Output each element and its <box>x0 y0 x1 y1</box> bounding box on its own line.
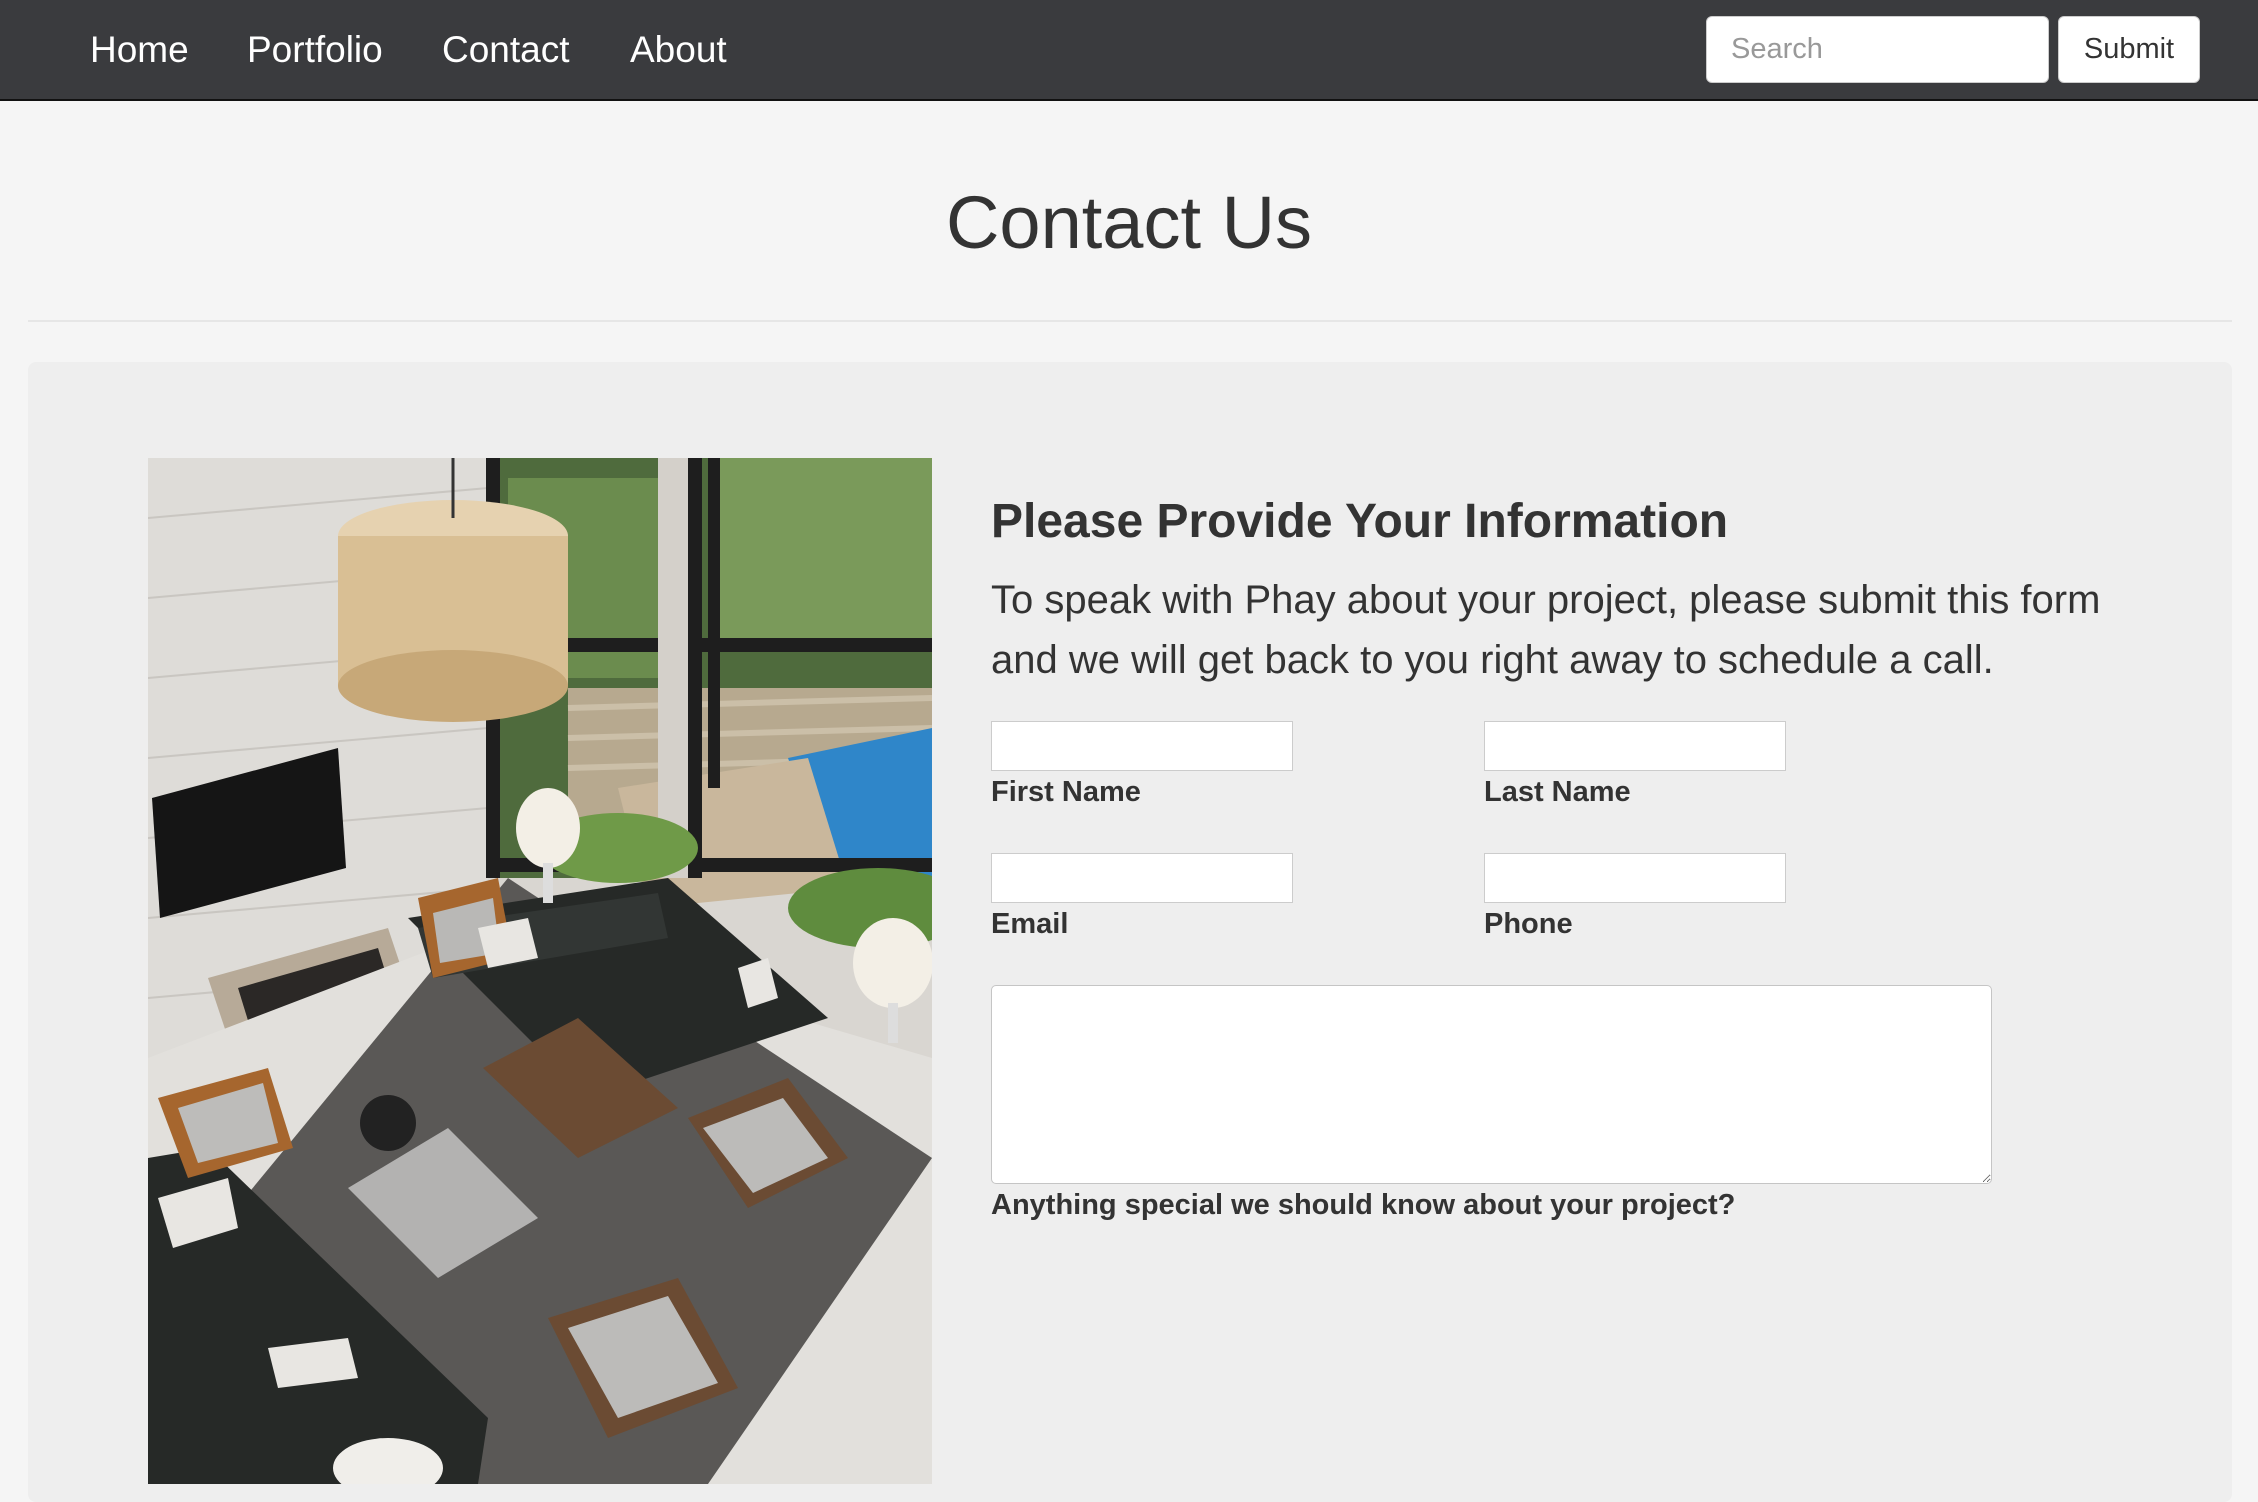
page-title: Contact Us <box>945 181 1313 264</box>
search-input[interactable] <box>1706 16 2049 83</box>
nav-link-contact[interactable]: Contact <box>442 22 570 78</box>
nav-link-portfolio[interactable]: Portfolio <box>247 22 383 78</box>
email-label: Email <box>991 908 1069 940</box>
navbar: Home Portfolio Contact About Submit <box>0 0 2258 101</box>
nav-link-home[interactable]: Home <box>90 22 189 78</box>
email-field[interactable] <box>991 853 1293 903</box>
first-name-field[interactable] <box>991 721 1293 771</box>
living-room-photo <box>148 458 932 1484</box>
search-submit-button[interactable]: Submit <box>2058 16 2200 83</box>
phone-field[interactable] <box>1484 853 1786 903</box>
project-details-textarea[interactable] <box>991 985 1992 1184</box>
first-name-label: First Name <box>991 776 1141 808</box>
form-heading: Please Provide Your Information <box>991 495 1729 548</box>
last-name-label: Last Name <box>1484 776 1631 808</box>
form-intro-text: To speak with Phay about your project, p… <box>991 578 2101 682</box>
project-details-label: Anything special we should know about yo… <box>991 1189 1736 1221</box>
title-divider <box>28 320 2232 322</box>
phone-label: Phone <box>1484 908 1573 940</box>
nav-link-about[interactable]: About <box>630 22 727 78</box>
last-name-field[interactable] <box>1484 721 1786 771</box>
